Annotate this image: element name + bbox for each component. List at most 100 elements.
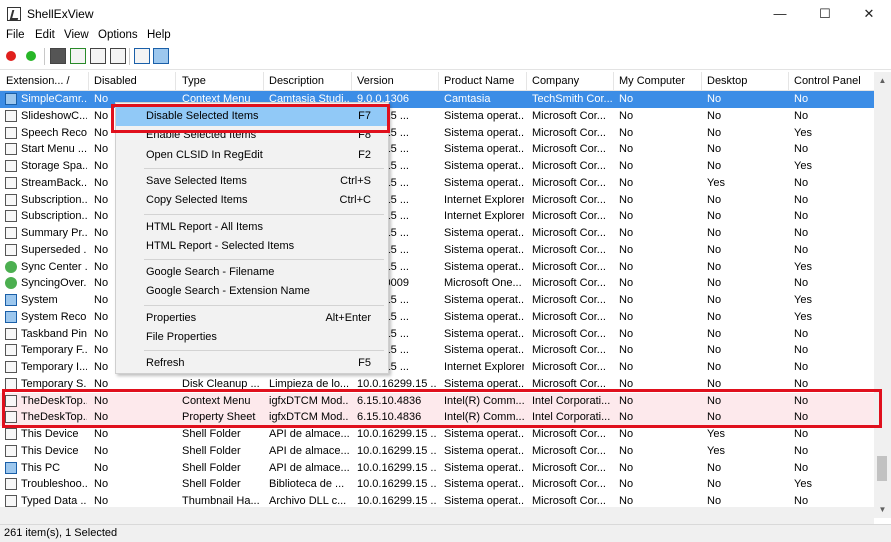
cell-mycomp: No <box>619 327 634 340</box>
menu-bar: File Edit View Options Help <box>0 28 891 45</box>
cell-version: 10.0.16299.15 ... <box>357 461 437 474</box>
col-disabled[interactable]: Disabled <box>94 75 137 87</box>
col-desktop[interactable]: Desktop <box>707 75 747 87</box>
cell-company: Microsoft Cor... <box>532 310 606 323</box>
table-row[interactable]: This Device No Shell Folder API de almace..… <box>0 426 874 443</box>
cell-product: Microsoft One... <box>444 277 522 290</box>
ctx-item-open-clsid-in-regedit[interactable]: Open CLSID In RegEdit F2 <box>116 146 388 165</box>
cell-mycomp: No <box>619 277 634 290</box>
cell-company: Microsoft Cor... <box>532 361 606 373</box>
copy-icon[interactable] <box>90 48 106 64</box>
cell-cp: No <box>794 344 809 357</box>
table-row[interactable]: This PC No Shell Folder API de almace... 10.… <box>0 460 874 477</box>
table-row[interactable]: TheDeskTop... No Context Menu igfxDTCM Mod.… <box>0 392 874 410</box>
maximize-button[interactable]: ☐ <box>803 0 847 28</box>
ctx-item-properties[interactable]: Properties Alt+Enter <box>116 309 388 328</box>
ctx-item-save-selected-items[interactable]: Save Selected Items Ctrl+S <box>116 172 388 191</box>
sync-icon <box>5 260 17 273</box>
properties-icon[interactable] <box>110 48 126 64</box>
vertical-scrollbar[interactable]: ▲ ▼ <box>874 72 891 518</box>
red-circle-icon[interactable] <box>6 51 16 61</box>
cell-desktop: No <box>707 461 722 474</box>
cell-cp: No <box>794 461 809 474</box>
col-divider[interactable] <box>788 72 789 90</box>
ctx-item-google-search-filename[interactable]: Google Search - Filename <box>116 263 388 282</box>
cell-name: TheDeskTop... <box>21 411 87 424</box>
col-divider[interactable] <box>351 72 352 90</box>
cell-product: Sistema operat... <box>444 478 524 491</box>
scroll-down-icon[interactable]: ▼ <box>874 501 891 518</box>
col-version[interactable]: Version <box>357 75 394 87</box>
cell-name: Temporary S... <box>21 377 87 390</box>
ctx-item-html-report-all-items[interactable]: HTML Report - All Items <box>116 218 388 237</box>
shell-extension-icon <box>5 126 17 139</box>
ctx-item-google-search-extension-name[interactable]: Google Search - Extension Name <box>116 282 388 301</box>
table-row[interactable]: Troubleshoo... No Shell Folder Biblioteca d… <box>0 476 874 493</box>
col-divider[interactable] <box>438 72 439 90</box>
ctx-item-html-report-selected-items[interactable]: HTML Report - Selected Items <box>116 237 388 256</box>
cell-desktop: No <box>707 411 722 424</box>
col-divider[interactable] <box>175 72 176 90</box>
col-divider[interactable] <box>613 72 614 90</box>
cell-company: Microsoft Cor... <box>532 344 606 357</box>
scroll-thumb[interactable] <box>877 456 887 481</box>
cell-name: SimpleCamr... <box>21 93 87 105</box>
cell-desc: API de almace... <box>269 428 349 440</box>
table-row[interactable]: This Device No Shell Folder API de almace..… <box>0 443 874 460</box>
col-divider[interactable] <box>88 72 89 90</box>
col-control-panel[interactable]: Control Panel <box>794 75 861 87</box>
cell-company: Microsoft Cor... <box>532 260 606 273</box>
ctx-item-copy-selected-items[interactable]: Copy Selected Items Ctrl+C <box>116 191 388 210</box>
cell-cp: No <box>794 411 809 424</box>
scroll-up-icon[interactable]: ▲ <box>874 72 891 89</box>
cell-version: 6.15.10.4836 <box>357 394 422 407</box>
cell-company: Microsoft Cor... <box>532 143 606 156</box>
table-row[interactable]: TheDeskTop... No Property Sheet igfxDTCM Mo… <box>0 409 874 426</box>
exit-icon[interactable] <box>153 48 169 64</box>
shell-extension-icon <box>5 143 17 156</box>
col-company[interactable]: Company <box>532 75 579 87</box>
menu-options[interactable]: Options <box>98 29 138 41</box>
col-product-name[interactable]: Product Name <box>444 75 514 87</box>
menu-file[interactable]: File <box>6 29 25 41</box>
cell-mycomp: No <box>619 495 634 507</box>
ctx-item-file-properties[interactable]: File Properties <box>116 328 388 347</box>
find-icon[interactable] <box>134 48 150 64</box>
ctx-item-shortcut: Ctrl+S <box>340 174 371 187</box>
cell-company: Microsoft Cor... <box>532 478 606 491</box>
col-divider[interactable] <box>263 72 264 90</box>
cell-cp: No <box>794 495 809 507</box>
col-description[interactable]: Description <box>269 75 324 87</box>
cell-product: Sistema operat... <box>444 428 524 440</box>
cell-mycomp: No <box>619 444 634 457</box>
cell-name: Typed Data ... <box>21 495 87 507</box>
cell-product: Sistema operat... <box>444 126 524 139</box>
close-button[interactable]: ✕ <box>847 0 891 28</box>
table-row[interactable]: Typed Data ... No Thumbnail Ha... Archivo D… <box>0 493 874 507</box>
menu-edit[interactable]: Edit <box>35 29 55 41</box>
save-icon[interactable] <box>50 48 66 64</box>
cell-mycomp: No <box>619 478 634 491</box>
cell-product: Sistema operat... <box>444 294 524 306</box>
refresh-icon[interactable] <box>70 48 86 64</box>
ctx-item-disable-selected-items[interactable]: Disable Selected Items F7 <box>116 107 388 126</box>
cell-desktop: No <box>707 394 722 407</box>
table-row[interactable]: Temporary S... No Disk Cleanup ... Limpieza… <box>0 376 874 393</box>
col-divider[interactable] <box>526 72 527 90</box>
cell-company: Microsoft Cor... <box>532 444 606 457</box>
col-my-computer[interactable]: My Computer <box>619 75 685 87</box>
col-divider[interactable] <box>701 72 702 90</box>
horizontal-scrollbar[interactable] <box>0 507 874 524</box>
ctx-item-refresh[interactable]: Refresh F5 <box>116 354 388 373</box>
minimize-button[interactable]: — <box>758 0 802 28</box>
green-circle-icon[interactable] <box>26 51 36 61</box>
ctx-item-enable-selected-items[interactable]: Enable Selected Items F8 <box>116 126 388 145</box>
menu-help[interactable]: Help <box>147 29 171 41</box>
cell-desktop: Yes <box>707 428 725 440</box>
cell-company: Microsoft Cor... <box>532 210 606 223</box>
menu-view[interactable]: View <box>64 29 89 41</box>
cell-desktop: No <box>707 210 722 223</box>
cell-type: Shell Folder <box>182 428 241 440</box>
col-extension[interactable]: Extension... / <box>6 75 70 87</box>
col-type[interactable]: Type <box>182 75 206 87</box>
